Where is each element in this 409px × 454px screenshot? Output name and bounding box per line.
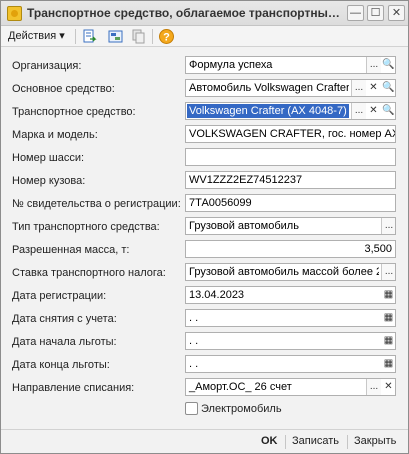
toolbar-separator	[75, 29, 76, 44]
organization-value: Формула успеха	[189, 59, 273, 71]
vehicle-type-value: Грузовой автомобиль	[189, 220, 299, 232]
close-button[interactable]: Закрыть	[354, 435, 396, 447]
vehicle-value: Volkswagen Crafter (AX 4048-7)	[187, 104, 349, 118]
organization-label: Организация:	[12, 60, 82, 72]
write-off-label: Направление списания:	[12, 382, 135, 394]
benefit-end-field[interactable]: . . ▦	[185, 355, 396, 373]
footer-separator	[347, 435, 348, 449]
body-number-value: WV1ZZZ2EZ74512237	[189, 174, 303, 186]
brand-model-field[interactable]: VOLKSWAGEN CRAFTER, гос. номер AX 4048-7	[185, 125, 396, 143]
select-button[interactable]: ...	[366, 379, 381, 395]
benefit-start-label: Дата начала льготы:	[12, 336, 117, 348]
save-button[interactable]: Записать	[292, 435, 339, 447]
search-icon[interactable]: 🔍	[381, 57, 395, 73]
registration-date-label: Дата регистрации:	[12, 290, 107, 302]
select-button[interactable]: ...	[351, 80, 366, 96]
tax-rate-label: Ставка транспортного налога:	[12, 267, 166, 279]
vehicle-label: Транспортное средство:	[12, 106, 136, 118]
fixed-asset-label: Основное средство:	[12, 83, 115, 95]
benefit-start-field[interactable]: . . ▦	[185, 332, 396, 350]
organization-field[interactable]: Формула успеха ... 🔍	[185, 56, 396, 74]
clear-icon[interactable]: ✕	[366, 103, 381, 119]
allowed-mass-label: Разрешенная масса, т:	[12, 244, 130, 256]
calendar-icon[interactable]: ▦	[381, 356, 395, 372]
vehicle-type-label: Тип транспортного средства:	[12, 221, 160, 233]
registration-date-value: 13.04.2023	[189, 289, 245, 301]
tax-rate-field[interactable]: Грузовой автомобиль массой более 2,5 т .…	[185, 263, 396, 281]
write-off-field[interactable]: _Аморт.ОС_ 26 счет ... ✕	[185, 378, 396, 396]
registration-date-field[interactable]: 13.04.2023 ▦	[185, 286, 396, 304]
calendar-icon[interactable]: ▦	[381, 310, 395, 326]
fixed-asset-value: Автомобиль Volkswagen Crafter (AX 4048-7…	[189, 82, 349, 94]
close-window-button[interactable]: ✕	[388, 5, 405, 21]
help-icon[interactable]: ?	[158, 28, 175, 45]
benefit-end-label: Дата конца льготы:	[12, 359, 110, 371]
post-document-icon[interactable]	[81, 28, 98, 45]
write-off-value: _Аморт.ОС_ 26 счет	[189, 381, 292, 393]
svg-text:?: ?	[163, 32, 170, 44]
allowed-mass-value: 3,500	[364, 243, 392, 255]
clear-icon[interactable]: ✕	[381, 379, 395, 395]
footer-separator	[285, 435, 286, 449]
electric-vehicle-label: Электромобиль	[201, 403, 282, 415]
maximize-button[interactable]: ☐	[367, 5, 384, 21]
toolbar: Действия ▾ ?	[1, 26, 408, 47]
fixed-asset-field[interactable]: Автомобиль Volkswagen Crafter (AX 4048-7…	[185, 79, 396, 97]
select-button[interactable]: ...	[366, 57, 381, 73]
body-number-label: Номер кузова:	[12, 175, 86, 187]
window-title: Транспортное средство, облагаемое трансп…	[27, 6, 345, 20]
ok-button[interactable]: OK	[261, 435, 278, 447]
vehicle-type-field[interactable]: Грузовой автомобиль ...	[185, 217, 396, 235]
body-number-field[interactable]: WV1ZZZ2EZ74512237	[185, 171, 396, 189]
actions-menu-button[interactable]: Действия ▾	[5, 28, 68, 45]
vehicle-field[interactable]: Volkswagen Crafter (AX 4048-7) ... ✕ 🔍	[185, 102, 396, 120]
allowed-mass-field[interactable]: 3,500	[185, 240, 396, 258]
benefit-end-value: . .	[189, 358, 199, 370]
calendar-icon[interactable]: ▦	[381, 287, 395, 303]
select-button[interactable]: ...	[381, 264, 395, 280]
benefit-start-value: . .	[189, 335, 199, 347]
deregistration-date-label: Дата снятия с учета:	[12, 313, 117, 325]
registration-cert-field[interactable]: 7ТА0056099	[185, 194, 396, 212]
dialog-window: Транспортное средство, облагаемое трансп…	[0, 0, 409, 454]
brand-model-value: VOLKSWAGEN CRAFTER, гос. номер AX 4048-7	[189, 128, 395, 140]
chassis-field[interactable]	[185, 148, 396, 166]
title-bar[interactable]: Транспортное средство, облагаемое трансп…	[1, 1, 408, 26]
deregistration-date-value: . .	[189, 312, 199, 324]
registration-cert-value: 7ТА0056099	[189, 197, 252, 209]
footer-bar: OK Записать Закрыть	[1, 429, 408, 453]
app-icon	[7, 6, 22, 21]
brand-model-label: Марка и модель:	[12, 129, 98, 141]
clear-icon[interactable]: ✕	[366, 80, 381, 96]
chassis-label: Номер шасси:	[12, 152, 85, 164]
copy-icon[interactable]	[130, 28, 147, 45]
toolbar-separator	[152, 29, 153, 44]
registration-cert-label: № свидетельства о регистрации:	[12, 198, 181, 210]
electric-vehicle-checkbox[interactable]	[185, 402, 198, 415]
calendar-icon[interactable]: ▦	[381, 333, 395, 349]
deregistration-date-field[interactable]: . . ▦	[185, 309, 396, 327]
structure-icon[interactable]	[107, 28, 124, 45]
search-icon[interactable]: 🔍	[381, 103, 395, 119]
tax-rate-value: Грузовой автомобиль массой более 2,5 т	[189, 266, 379, 278]
minimize-button[interactable]: —	[347, 5, 364, 21]
select-button[interactable]: ...	[381, 218, 395, 234]
select-button[interactable]: ...	[351, 103, 366, 119]
search-icon[interactable]: 🔍	[381, 80, 395, 96]
